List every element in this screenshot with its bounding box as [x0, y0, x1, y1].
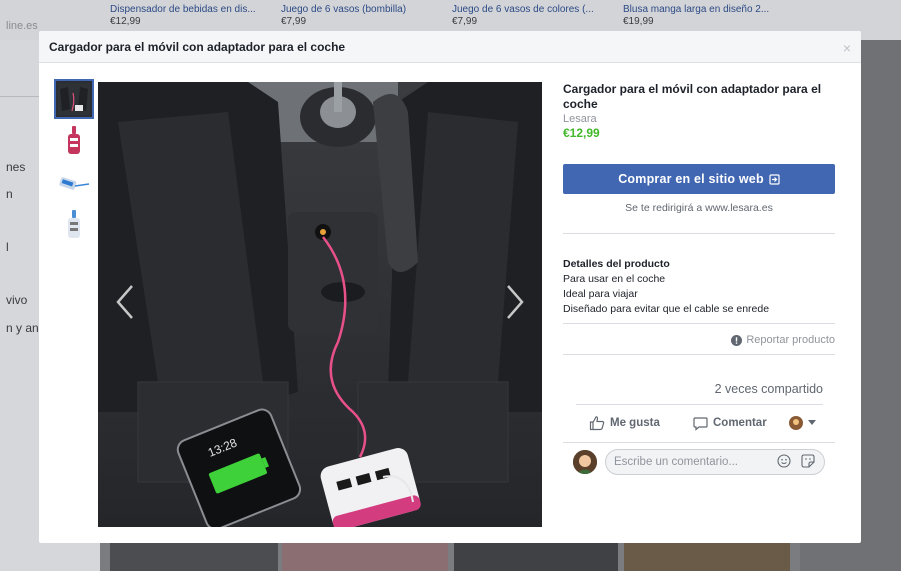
- buy-button-label: Comprar en el sitio web: [618, 172, 764, 186]
- details-line: Para usar en el coche: [563, 273, 666, 285]
- background-sidebar-text: vivo: [6, 293, 28, 307]
- background-sidebar-text: nes: [6, 160, 26, 174]
- thumbnail-blue-adapter[interactable]: [56, 207, 92, 243]
- divider: [563, 354, 835, 355]
- divider: [576, 404, 823, 405]
- details-line: Diseñado para evitar que el cable se enr…: [563, 303, 770, 315]
- like-button[interactable]: Me gusta: [589, 415, 660, 431]
- buy-on-website-button[interactable]: Comprar en el sitio web: [563, 164, 835, 194]
- share-count[interactable]: 2 veces compartido: [715, 382, 823, 396]
- background-product-card[interactable]: Juego de 6 vasos de colores (... €7,99: [452, 4, 620, 28]
- comment-input[interactable]: Escribe un comentario...: [605, 449, 825, 475]
- background-product-image: [282, 543, 448, 571]
- chevron-down-icon: [808, 420, 816, 425]
- modal-title: Cargador para el móvil con adaptador par…: [49, 39, 346, 54]
- reaction-selector[interactable]: [789, 416, 816, 430]
- next-photo-arrow-icon[interactable]: [502, 282, 528, 322]
- user-avatar-icon: [789, 416, 803, 430]
- product-details: Detalles del producto Para usar en el co…: [563, 257, 769, 317]
- product-price: €12,99: [563, 126, 600, 140]
- background-brand-text: line.es: [6, 20, 38, 32]
- background-product-card[interactable]: Dispensador de bebidas en dis... €12,99: [110, 4, 278, 28]
- divider: [563, 442, 835, 443]
- background-product-image: [624, 543, 790, 571]
- background-product-price: €7,99: [452, 16, 478, 27]
- report-product-link[interactable]: Reportar producto: [731, 334, 835, 346]
- product-info-panel: Cargador para el móvil con adaptador par…: [563, 82, 835, 475]
- comment-placeholder: Escribe un comentario...: [614, 456, 739, 468]
- thumbs-up-icon: [589, 416, 605, 431]
- emoji-icon[interactable]: [777, 454, 791, 468]
- redirect-note: Se te redirigirá a www.lesara.es: [625, 202, 773, 214]
- seller-name[interactable]: Lesara: [563, 113, 835, 125]
- background-sidebar-text: n y an: [6, 321, 39, 335]
- product-modal: Cargador para el móvil con adaptador par…: [39, 31, 861, 543]
- divider: [563, 233, 835, 234]
- modal-header: Cargador para el móvil con adaptador par…: [39, 31, 861, 63]
- background-sidebar-text: n: [6, 187, 13, 201]
- comment-button[interactable]: Comentar: [693, 416, 767, 431]
- divider: [563, 323, 835, 324]
- background-sidebar-text: l: [6, 240, 9, 254]
- thumbnail-list: [54, 79, 94, 249]
- external-link-icon: [769, 173, 780, 185]
- comment-icon: [693, 416, 708, 431]
- background-product-price: €12,99: [110, 16, 141, 27]
- product-photo: 13:28: [98, 82, 542, 527]
- thumbnail-pink-adapter[interactable]: [56, 123, 92, 159]
- previous-photo-arrow-icon[interactable]: [112, 282, 138, 322]
- like-label: Me gusta: [610, 417, 660, 429]
- alert-icon: [731, 334, 743, 346]
- background-product-price: €7,99: [281, 16, 307, 27]
- sticker-icon[interactable]: [801, 454, 815, 468]
- product-title: Cargador para el móvil con adaptador par…: [563, 82, 822, 111]
- thumbnail-cable-hub[interactable]: [56, 165, 92, 201]
- background-product-title: Juego de 6 vasos de colores (...: [452, 4, 594, 15]
- action-bar: Me gusta Comentar: [563, 412, 835, 434]
- background-product-card[interactable]: Blusa manga larga en diseño 2... €19,99: [623, 4, 793, 28]
- avatar: [573, 450, 597, 474]
- thumbnail-car-interior[interactable]: [54, 79, 94, 119]
- background-product-title: Blusa manga larga en diseño 2...: [623, 4, 770, 15]
- background-product-title: Dispensador de bebidas en dis...: [110, 4, 256, 15]
- details-heading: Detalles del producto: [563, 258, 670, 270]
- background-product-title: Juego de 6 vasos (bombilla): [281, 4, 407, 15]
- close-icon[interactable]: ×: [843, 40, 851, 56]
- report-label: Reportar producto: [746, 334, 835, 346]
- background-product-price: €19,99: [623, 16, 654, 27]
- comment-label: Comentar: [713, 417, 767, 429]
- comment-composer: Escribe un comentario...: [563, 448, 835, 476]
- background-product-image: [454, 543, 618, 571]
- details-line: Ideal para viajar: [563, 288, 638, 300]
- background-product-image: [110, 543, 278, 571]
- background-product-card[interactable]: Juego de 6 vasos (bombilla) €7,99: [281, 4, 449, 28]
